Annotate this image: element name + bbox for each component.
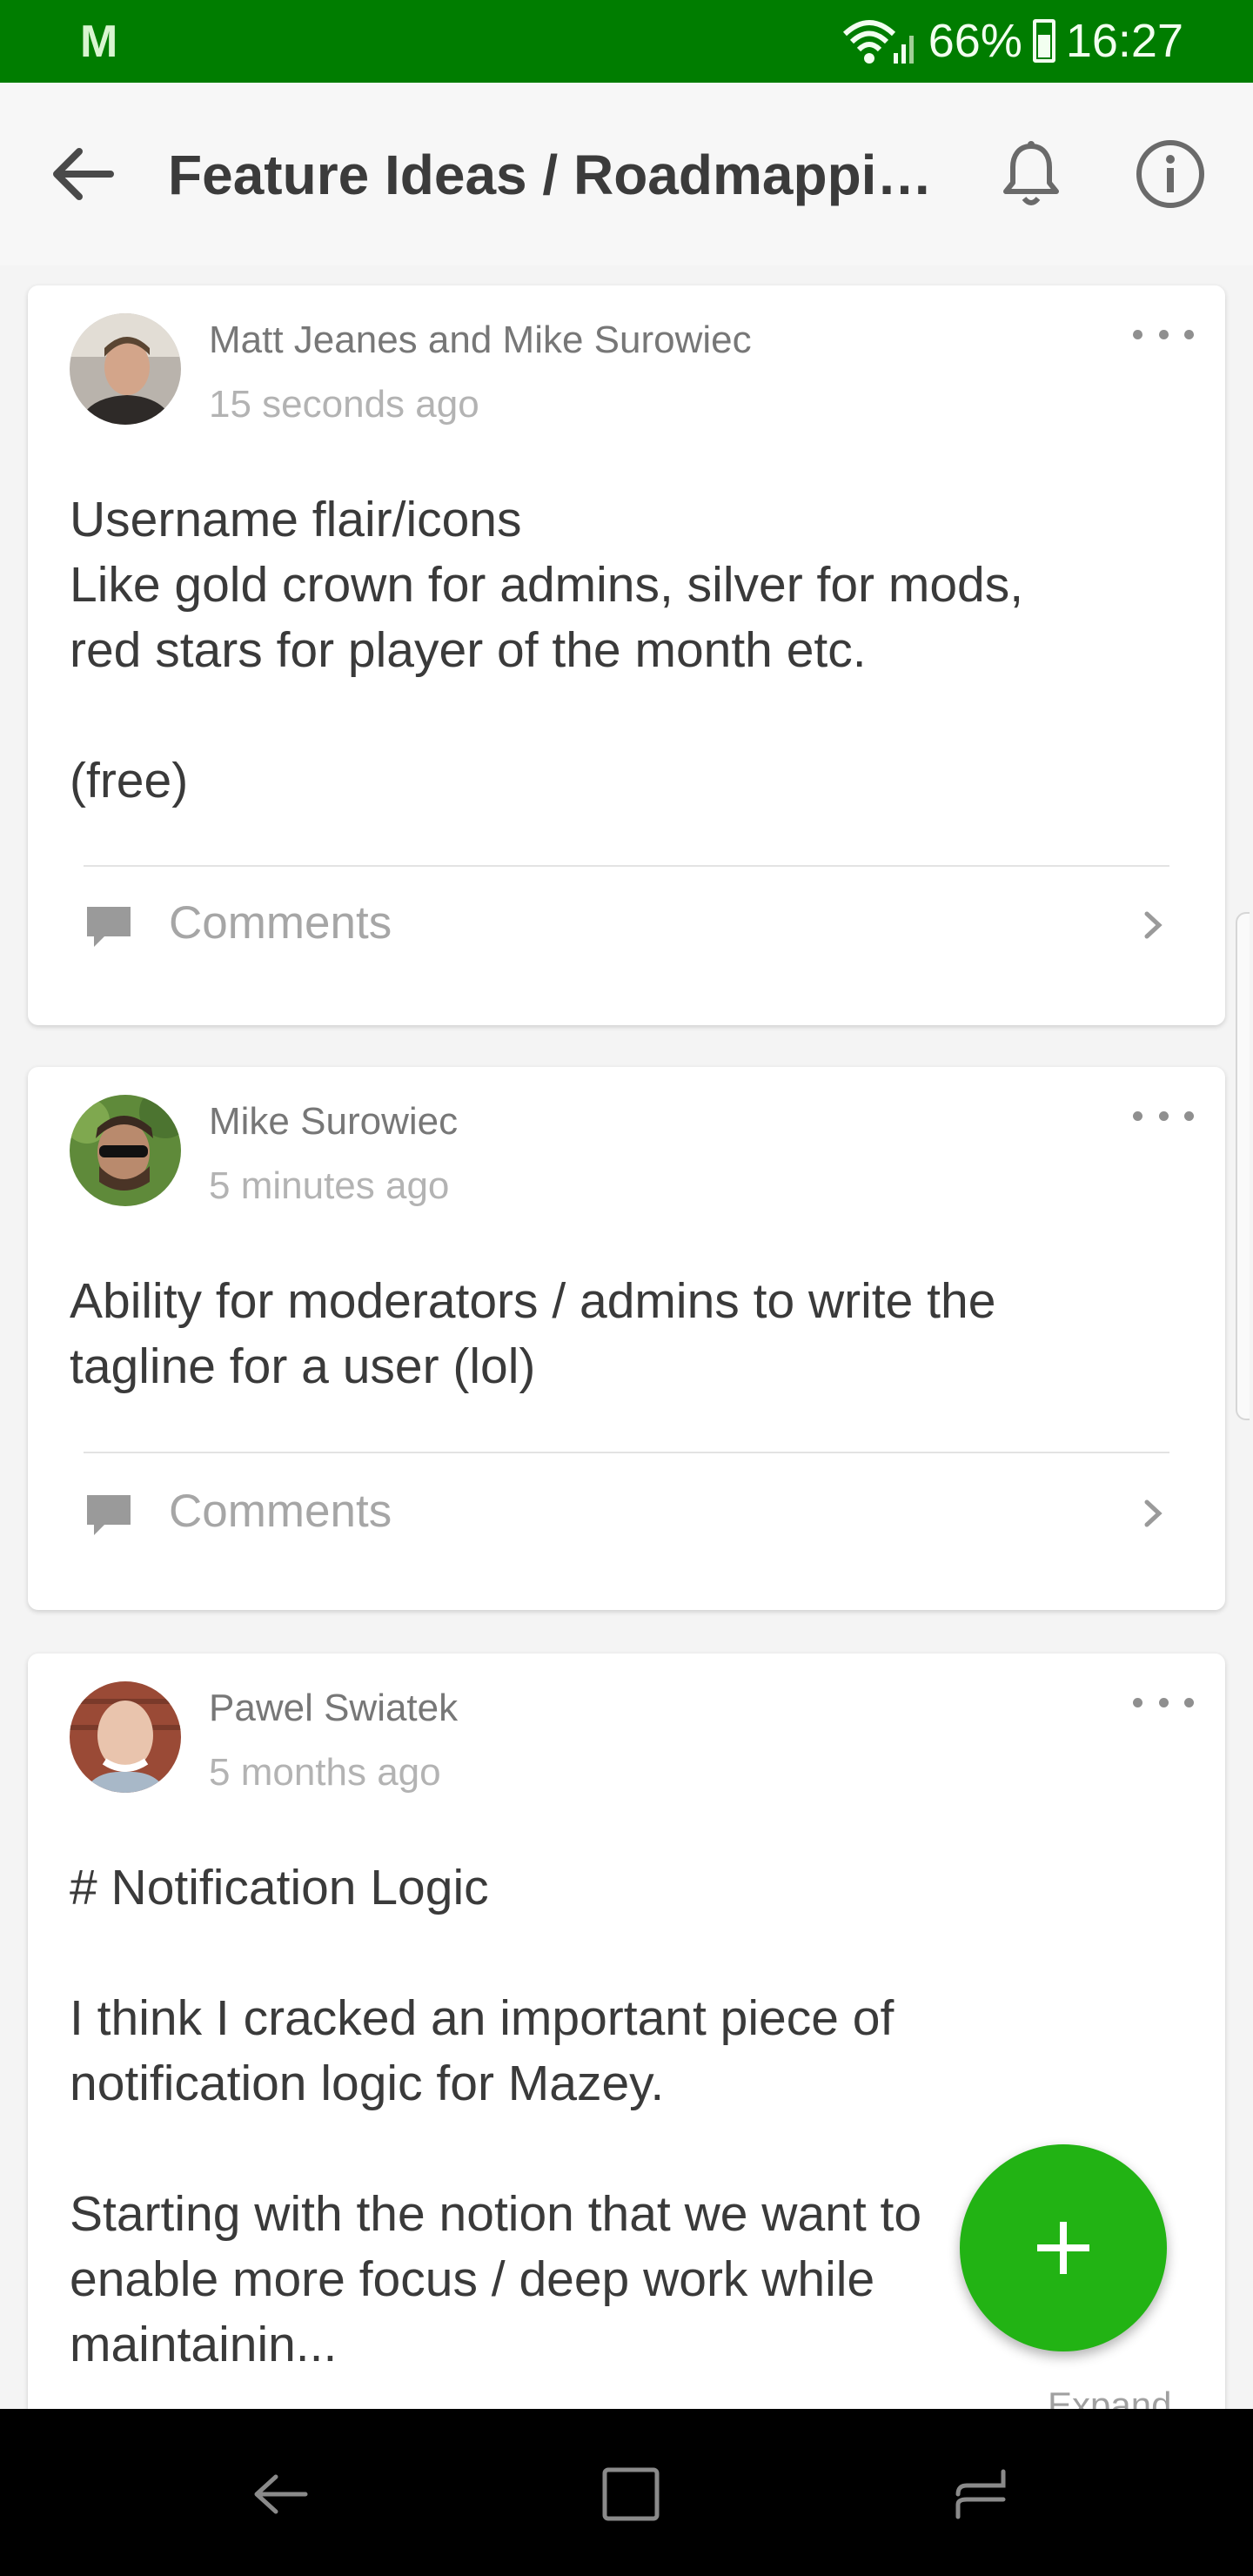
notifications-button[interactable] [992, 135, 1070, 213]
battery-percent: 66% [928, 15, 1022, 67]
post-card[interactable]: Mike Surowiec 5 minutes ago Ability for … [28, 1067, 1225, 1610]
scroll-indicator[interactable] [1236, 912, 1250, 1420]
page-title: Feature Ideas / Roadmappi… [168, 144, 933, 206]
dot-icon [1158, 1110, 1169, 1121]
status-icons: 66% 16:27 [840, 12, 1183, 70]
avatar[interactable] [70, 313, 181, 425]
nav-home-button[interactable] [583, 2451, 679, 2538]
post-author[interactable]: Pawel Swiatek [209, 1687, 458, 1730]
dot-icon [1133, 1110, 1142, 1121]
more-options-button[interactable] [1133, 1685, 1194, 1720]
post-time: 15 seconds ago [209, 383, 479, 426]
chevron-right-icon [1144, 1499, 1163, 1527]
chevron-right-icon [1144, 911, 1163, 939]
avatar[interactable] [70, 1681, 181, 1793]
bell-icon [1003, 141, 1059, 205]
app-header: Feature Ideas / Roadmappi… [0, 83, 1253, 265]
dot-icon [1158, 1697, 1169, 1707]
back-arrow-icon [53, 148, 114, 200]
battery-icon [1032, 19, 1055, 63]
nav-back-icon [254, 2474, 308, 2514]
clock: 16:27 [1065, 15, 1183, 67]
app-notification-icon: M [80, 17, 118, 67]
more-options-button[interactable] [1133, 1098, 1194, 1133]
comments-row[interactable]: Comments [28, 1455, 1225, 1560]
system-nav-bar [0, 2409, 1253, 2576]
add-post-button[interactable] [960, 2144, 1167, 2351]
post-time: 5 months ago [209, 1751, 441, 1794]
avatar[interactable] [70, 1095, 181, 1206]
wifi-icon [842, 20, 914, 64]
comment-icon [87, 907, 131, 947]
dot-icon [1158, 329, 1169, 339]
divider [84, 1452, 1169, 1453]
post-author[interactable]: Matt Jeanes and Mike Surowiec [209, 319, 752, 362]
dot-icon [1133, 329, 1142, 339]
dot-icon [1133, 1697, 1142, 1707]
comment-icon [87, 1495, 131, 1535]
status-bar: M 66% 16:27 [0, 0, 1253, 83]
post-time: 5 minutes ago [209, 1164, 450, 1207]
dot-icon [1184, 1697, 1194, 1707]
post-author[interactable]: Mike Surowiec [209, 1100, 458, 1144]
comments-row[interactable]: Comments [28, 867, 1225, 971]
comments-label[interactable]: Comments [169, 1485, 392, 1538]
dot-icon [1184, 329, 1194, 339]
nav-recents-button[interactable] [933, 2451, 1029, 2538]
info-button[interactable] [1131, 135, 1209, 213]
comments-label[interactable]: Comments [169, 896, 392, 949]
plus-icon [1037, 2222, 1089, 2274]
dot-icon [1184, 1110, 1194, 1121]
post-card[interactable]: Matt Jeanes and Mike Surowiec 15 seconds… [28, 285, 1225, 1025]
nav-home-icon [602, 2467, 660, 2521]
nav-recents-icon [955, 2469, 1006, 2519]
post-body[interactable]: Username flair/icons Like gold crown for… [70, 487, 1192, 814]
nav-back-button[interactable] [231, 2451, 327, 2538]
back-button[interactable] [44, 135, 122, 213]
more-options-button[interactable] [1133, 317, 1194, 352]
info-icon [1136, 140, 1204, 208]
post-body[interactable]: Ability for moderators / admins to write… [70, 1269, 1192, 1399]
